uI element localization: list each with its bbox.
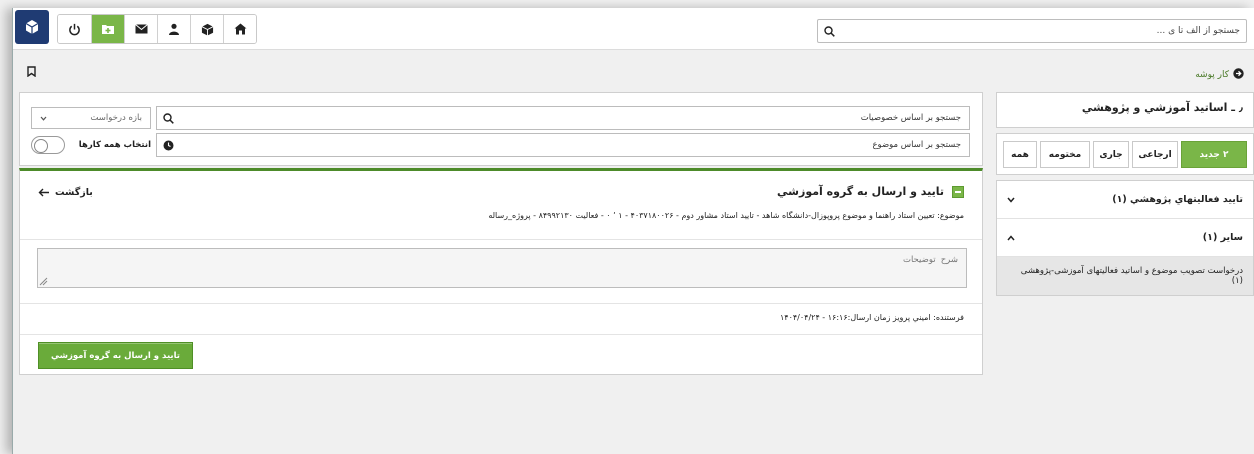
app-window: کار پوشه ٫ ـ اساتید آموزشي و پژوهشي ۲ جد… xyxy=(12,8,1254,454)
top-bar xyxy=(13,8,1254,50)
cube-logo-icon xyxy=(25,20,39,34)
tab-all[interactable]: همه xyxy=(1003,141,1037,168)
home-button[interactable] xyxy=(223,15,256,43)
arrow-circle-right-icon xyxy=(1233,68,1244,82)
tab-closed[interactable]: مختومه xyxy=(1040,141,1090,168)
task-detail: تایید و ارسال به گروه آموزشي بازگشت موضو… xyxy=(19,168,983,375)
accordion-other[interactable]: سایر (۱) xyxy=(997,219,1253,257)
mail-button[interactable] xyxy=(124,15,157,43)
package-button[interactable] xyxy=(190,15,223,43)
box-icon xyxy=(201,23,213,36)
list-item[interactable]: درخواست تصویب موضوع و اساتید فعالیتهای آ… xyxy=(997,257,1253,295)
bookmark-icon[interactable] xyxy=(27,66,36,80)
panel-title: ٫ ـ اساتید آموزشي و پژوهشي xyxy=(996,92,1254,128)
search-icon[interactable] xyxy=(818,25,840,37)
resize-handle-icon[interactable] xyxy=(39,277,48,289)
task-subject: موضوع: تعیین استاد راهنما و موضوع پروپوز… xyxy=(488,211,964,220)
property-search-input[interactable]: جستجو بر اساس خصوصیات xyxy=(156,106,970,130)
breadcrumb[interactable]: کار پوشه xyxy=(1195,68,1244,82)
topic-search-placeholder: جستجو بر اساس موضوع xyxy=(872,140,961,150)
user-icon xyxy=(169,23,179,35)
toolbar xyxy=(57,14,257,44)
select-all-label: انتخاب همه کارها xyxy=(78,140,151,150)
sender-info: فرستنده: اميني پرويز زمان ارسال:۱۶:۱۶ - … xyxy=(779,313,964,322)
divider xyxy=(20,239,982,240)
power-icon xyxy=(69,23,80,35)
description-field[interactable] xyxy=(37,248,967,288)
back-label: بازگشت xyxy=(55,187,93,198)
accordion-label: سایر (۱) xyxy=(1202,232,1243,243)
select-all-toggle[interactable] xyxy=(31,136,65,154)
request-range-select[interactable]: بازه درخواست xyxy=(31,107,151,129)
collapse-icon[interactable] xyxy=(952,185,964,198)
category-list: تایید فعالیتهاي پژوهشي (۱) سایر (۱) درخو… xyxy=(996,180,1254,296)
status-tabs: ۲ جدید ارجاعی جاری مختومه همه xyxy=(996,133,1254,175)
global-search-input[interactable] xyxy=(840,26,1246,36)
divider xyxy=(20,303,982,304)
chevron-down-icon xyxy=(40,116,47,121)
tab-new[interactable]: ۲ جدید xyxy=(1181,141,1247,168)
back-button[interactable]: بازگشت xyxy=(38,187,93,198)
envelope-icon xyxy=(134,24,148,34)
accordion-research-approval[interactable]: تایید فعالیتهاي پژوهشي (۱) xyxy=(997,181,1253,219)
divider xyxy=(20,334,982,335)
filter-panel: جستجو بر اساس خصوصیات جستجو بر اساس موضو… xyxy=(19,92,983,166)
select-all-row: انتخاب همه کارها xyxy=(31,134,151,156)
folder-button[interactable] xyxy=(91,15,124,43)
tab-current[interactable]: جاری xyxy=(1093,141,1129,168)
folder-plus-icon xyxy=(102,25,114,34)
submit-button[interactable]: تایید و ارسال به گروه آموزشي xyxy=(38,342,194,369)
chevron-down-icon xyxy=(1007,197,1015,203)
app-logo[interactable] xyxy=(15,10,49,44)
global-search xyxy=(817,19,1247,43)
breadcrumb-label: کار پوشه xyxy=(1195,70,1229,80)
task-title: تایید و ارسال به گروه آموزشي xyxy=(777,185,944,198)
power-button[interactable] xyxy=(58,15,91,43)
home-icon xyxy=(234,23,246,35)
accordion-label: تایید فعالیتهاي پژوهشي (۱) xyxy=(1112,194,1243,205)
select-label: بازه درخواست xyxy=(90,113,142,123)
task-title-row: تایید و ارسال به گروه آموزشي xyxy=(777,185,964,198)
property-search-placeholder: جستجو بر اساس خصوصیات xyxy=(860,113,961,123)
arrow-left-icon xyxy=(38,188,49,197)
user-button[interactable] xyxy=(157,15,190,43)
clock-icon[interactable] xyxy=(157,140,179,151)
search-icon[interactable] xyxy=(157,112,179,124)
topic-search-input[interactable]: جستجو بر اساس موضوع xyxy=(156,133,970,157)
chevron-up-icon xyxy=(1007,234,1015,240)
tab-referred[interactable]: ارجاعی xyxy=(1132,141,1178,168)
